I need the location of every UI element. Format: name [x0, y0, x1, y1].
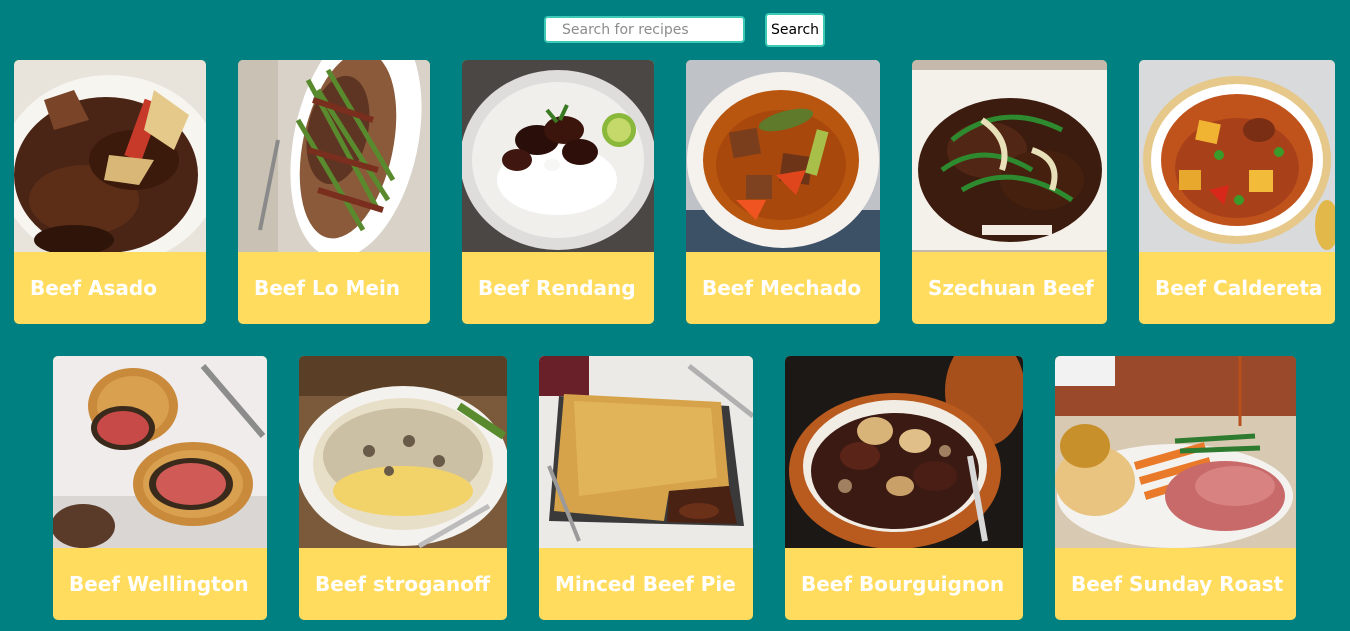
recipe-image	[785, 356, 1023, 548]
recipe-card-szechuan-beef[interactable]: Szechuan Beef	[912, 60, 1107, 324]
recipe-card-beef-sunday-roast[interactable]: Beef Sunday Roast	[1055, 356, 1296, 620]
recipe-image	[912, 60, 1107, 252]
recipe-image	[238, 60, 430, 252]
recipe-image	[686, 60, 880, 252]
recipe-image	[1139, 60, 1335, 252]
recipe-card-minced-beef-pie[interactable]: Minced Beef Pie	[539, 356, 753, 620]
recipe-title: Beef Lo Mein	[254, 276, 401, 300]
recipe-card-beef-stroganoff[interactable]: Beef stroganoff	[299, 356, 507, 620]
recipe-card-beef-lo-mein[interactable]: Beef Lo Mein	[238, 60, 430, 324]
recipe-card-beef-rendang[interactable]: Beef Rendang	[462, 60, 654, 324]
recipe-title: Szechuan Beef	[928, 276, 1094, 300]
recipe-image	[53, 356, 267, 548]
recipe-card-beef-caldereta[interactable]: Beef Caldereta	[1139, 60, 1335, 324]
recipe-title: Beef Bourguignon	[801, 572, 1005, 596]
recipe-title: Beef Wellington	[69, 572, 249, 596]
recipe-title: Beef stroganoff	[315, 572, 491, 596]
search-input[interactable]	[544, 16, 745, 43]
recipe-image	[462, 60, 654, 252]
recipe-card-beef-asado[interactable]: Beef Asado	[14, 60, 206, 324]
search-bar: Search	[544, 13, 825, 47]
recipe-title: Minced Beef Pie	[555, 572, 736, 596]
recipe-title: Beef Mechado	[702, 276, 862, 300]
recipe-title: Beef Rendang	[478, 276, 636, 300]
recipe-title: Beef Asado	[30, 276, 157, 300]
recipe-title: Beef Caldereta	[1155, 276, 1323, 300]
recipe-title: Beef Sunday Roast	[1071, 572, 1284, 596]
recipe-card-beef-bourguignon[interactable]: Beef Bourguignon	[785, 356, 1023, 620]
recipe-card-beef-mechado[interactable]: Beef Mechado	[686, 60, 880, 324]
recipe-image	[539, 356, 753, 548]
recipe-image	[14, 60, 206, 252]
recipe-image	[299, 356, 507, 548]
recipe-card-beef-wellington[interactable]: Beef Wellington	[53, 356, 267, 620]
search-button[interactable]: Search	[765, 13, 825, 47]
recipe-image	[1055, 356, 1296, 548]
